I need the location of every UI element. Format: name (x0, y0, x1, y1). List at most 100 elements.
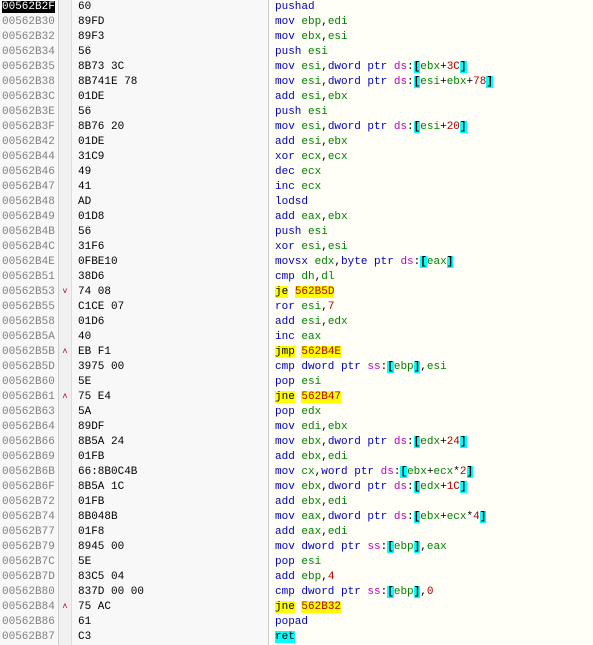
instruction-cell: mov esi,dword ptr ds:[esi+ebx+78] (269, 75, 593, 90)
disasm-row[interactable]: 00562B48ADlodsd (0, 195, 593, 210)
bytes-cell: 01D8 (72, 210, 269, 225)
jump-indicator (59, 75, 72, 90)
disasm-row[interactable]: 00562B6489DFmov edi,ebx (0, 420, 593, 435)
jump-indicator (59, 375, 72, 390)
disasm-row[interactable]: 00562B3089FDmov ebp,edi (0, 15, 593, 30)
bytes-cell: C1CE 07 (72, 300, 269, 315)
bytes-cell: 56 (72, 225, 269, 240)
instruction-cell: jne 562B32 (269, 600, 593, 615)
disasm-row[interactable]: 00562B8661popad (0, 615, 593, 630)
disasm-row[interactable]: 00562B7701F8add eax,edi (0, 525, 593, 540)
disasm-row[interactable]: 00562B3E56push esi (0, 105, 593, 120)
disasm-row[interactable]: 00562B4649dec ecx (0, 165, 593, 180)
bytes-cell: 8B048B (72, 510, 269, 525)
jump-indicator (59, 585, 72, 600)
jump-indicator (59, 615, 72, 630)
bytes-cell: 74 08 (72, 285, 269, 300)
jump-indicator (59, 135, 72, 150)
disasm-row[interactable]: 00562B3289F3mov ebx,esi (0, 30, 593, 45)
disasm-row[interactable]: 00562B55C1CE 07ror esi,7 (0, 300, 593, 315)
disasm-row[interactable]: 00562B4201DEadd esi,ebx (0, 135, 593, 150)
bytes-cell: 31F6 (72, 240, 269, 255)
bytes-cell: 01FB (72, 450, 269, 465)
disasm-row[interactable]: 00562B4741inc ecx (0, 180, 593, 195)
address-cell: 00562B66 (0, 435, 59, 450)
disasm-row[interactable]: 00562B5801D6add esi,edx (0, 315, 593, 330)
instruction-cell: mov edi,ebx (269, 420, 593, 435)
address-cell: 00562B4B (0, 225, 59, 240)
address-cell: 00562B87 (0, 630, 59, 645)
instruction-cell: movsx edx,byte ptr ds:[eax] (269, 255, 593, 270)
jump-indicator: ˄ (59, 600, 72, 615)
jump-indicator (59, 30, 72, 45)
disasm-row[interactable]: 00562B80837D 00 00cmp dword ptr ss:[ebp]… (0, 585, 593, 600)
disasm-row[interactable]: 00562B5D3975 00cmp dword ptr ss:[ebp],es… (0, 360, 593, 375)
instruction-cell: mov dword ptr ss:[ebp],eax (269, 540, 593, 555)
disasm-row[interactable]: 00562B388B741E 78mov esi,dword ptr ds:[e… (0, 75, 593, 90)
bytes-cell: 40 (72, 330, 269, 345)
instruction-cell: push esi (269, 45, 593, 60)
jump-indicator (59, 60, 72, 75)
disasm-row[interactable]: 00562B4431C9xor ecx,ecx (0, 150, 593, 165)
disasm-row[interactable]: 00562B4B56push esi (0, 225, 593, 240)
instruction-cell: pop edx (269, 405, 593, 420)
instruction-cell: je 562B5D (269, 285, 593, 300)
disasm-row[interactable]: 00562B5138D6cmp dh,dl (0, 270, 593, 285)
disasm-row[interactable]: 00562B3C01DEadd esi,ebx (0, 90, 593, 105)
jump-indicator (59, 480, 72, 495)
disasm-row[interactable]: 00562B61˄75 E4jne 562B47 (0, 390, 593, 405)
disasm-row[interactable]: 00562B53˅74 08je 562B5D (0, 285, 593, 300)
disasm-row[interactable]: 00562B7D83C5 04add ebp,4 (0, 570, 593, 585)
address-cell: 00562B35 (0, 60, 59, 75)
instruction-cell: dec ecx (269, 165, 593, 180)
disasm-row[interactable]: 00562B605Epop esi (0, 375, 593, 390)
jump-indicator (59, 120, 72, 135)
address-cell: 00562B3C (0, 90, 59, 105)
jump-indicator (59, 300, 72, 315)
disasm-row[interactable]: 00562B3F8B76 20mov esi,dword ptr ds:[esi… (0, 120, 593, 135)
bytes-cell: 89DF (72, 420, 269, 435)
jump-indicator (59, 465, 72, 480)
bytes-cell: C3 (72, 630, 269, 645)
disasm-row[interactable]: 00562B798945 00mov dword ptr ss:[ebp],ea… (0, 540, 593, 555)
disasm-row[interactable]: 00562B4E 0FBE10movsx edx,byte ptr ds:[eax… (0, 255, 593, 270)
disasm-row[interactable]: 00562B668B5A 24mov ebx,dword ptr ds:[edx… (0, 435, 593, 450)
disasm-row[interactable]: 00562B4C31F6xor esi,esi (0, 240, 593, 255)
instruction-cell: add ebx,edi (269, 495, 593, 510)
address-cell: 00562B47 (0, 180, 59, 195)
bytes-cell: 89F3 (72, 30, 269, 45)
disasm-row[interactable]: 00562B4901D8add eax,ebx (0, 210, 593, 225)
disasm-row[interactable]: 00562B2F60pushad (0, 0, 593, 15)
address-cell: 00562B80 (0, 585, 59, 600)
instruction-cell: inc eax (269, 330, 593, 345)
instruction-cell: add eax,ebx (269, 210, 593, 225)
jump-indicator (59, 90, 72, 105)
instruction-cell: mov cx,word ptr ds:[ebx+ecx*2] (269, 465, 593, 480)
disasm-row[interactable]: 00562B87C3ret (0, 630, 593, 645)
disasm-row[interactable]: 00562B6B66:8B0C4Bmov cx,word ptr ds:[ebx… (0, 465, 593, 480)
instruction-cell: push esi (269, 105, 593, 120)
disasm-row[interactable]: 00562B3456push esi (0, 45, 593, 60)
disasm-row[interactable]: 00562B5A40inc eax (0, 330, 593, 345)
address-cell: 00562B42 (0, 135, 59, 150)
address-cell: 00562B74 (0, 510, 59, 525)
address-cell: 00562B4E (0, 255, 59, 270)
bytes-cell: AD (72, 195, 269, 210)
bytes-cell: 56 (72, 45, 269, 60)
bytes-cell: 0FBE10 (72, 255, 269, 270)
disasm-row[interactable]: 00562B635Apop edx (0, 405, 593, 420)
disasm-row[interactable]: 00562B6901FBadd ebx,edi (0, 450, 593, 465)
disasm-row[interactable]: 00562B84˄75 ACjne 562B32 (0, 600, 593, 615)
jump-indicator: ˄ (59, 390, 72, 405)
address-cell: 00562B55 (0, 300, 59, 315)
bytes-cell: EB F1 (72, 345, 269, 360)
bytes-cell: 56 (72, 105, 269, 120)
jump-indicator (59, 630, 72, 645)
disasm-row[interactable]: 00562B748B048Bmov eax,dword ptr ds:[ebx+… (0, 510, 593, 525)
disasm-row[interactable]: 00562B7201FBadd ebx,edi (0, 495, 593, 510)
disasm-row[interactable]: 00562B6F8B5A 1Cmov ebx,dword ptr ds:[edx… (0, 480, 593, 495)
instruction-cell: inc ecx (269, 180, 593, 195)
disasm-row[interactable]: 00562B5B˄EB F1jmp 562B4E (0, 345, 593, 360)
jump-indicator (59, 450, 72, 465)
disasm-row[interactable]: 00562B358B73 3Cmov esi,dword ptr ds:[ebx… (0, 60, 593, 75)
